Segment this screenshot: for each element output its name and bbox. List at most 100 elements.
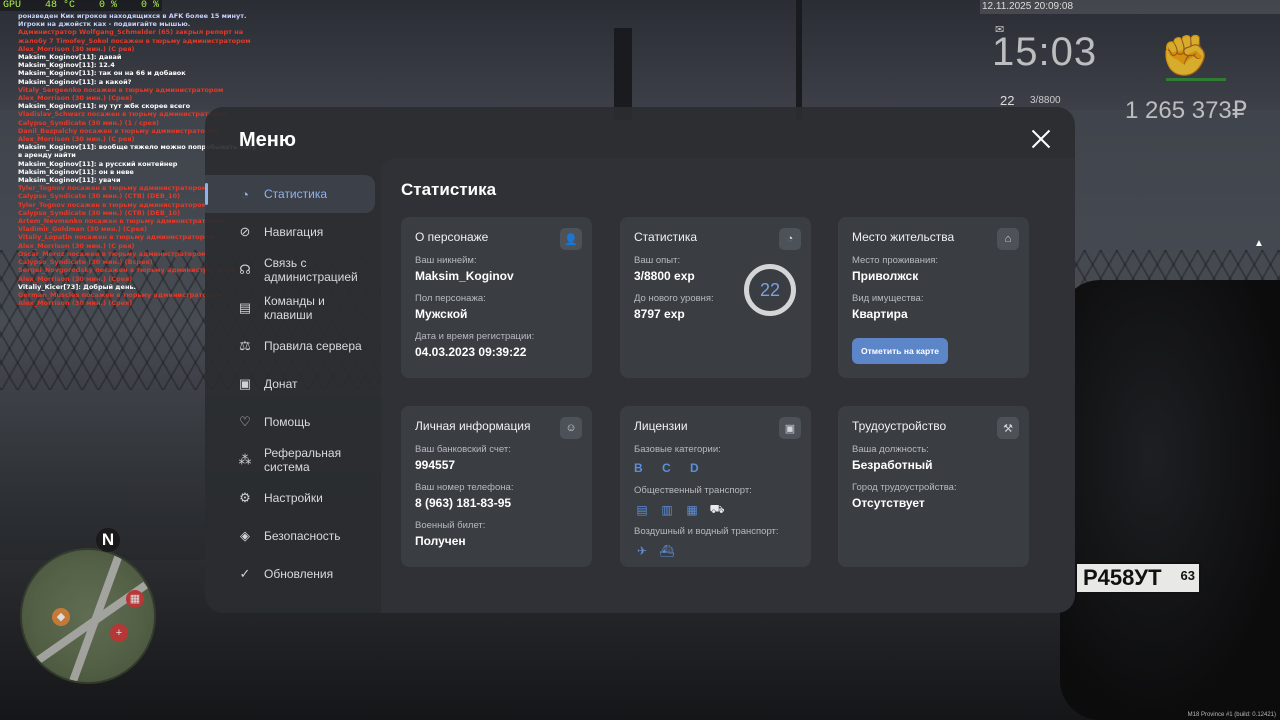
id-card-icon: ▣ [779, 417, 801, 439]
gender-label: Пол персонажа: [415, 293, 486, 304]
gender-value: Мужской [415, 307, 468, 321]
next-level-label: До нового уровня: [634, 293, 714, 304]
minimap: ◆ ▦ + [20, 548, 156, 684]
public-transport-label: Общественный транспорт: [634, 485, 752, 496]
fist-icon: ✊ [1160, 34, 1210, 78]
hud-date: 12.11.2025 20:09:08 [980, 0, 1280, 14]
position-value: Безработный [852, 458, 933, 472]
exp-value: 3/8800 exp [634, 269, 695, 283]
exp-field: Ваш опыт: 3/8800 exp [634, 255, 695, 283]
base-categories-label: Базовые категории: [634, 444, 721, 455]
nav-item[interactable]: ✓ Обновления [205, 555, 381, 593]
hud-exp: 3/8800 [1030, 95, 1061, 106]
public-transport-field: Общественный транспорт: ▤ ▥ ▦ ⛟ [634, 485, 752, 518]
card-title: Трудоустройство [852, 419, 947, 433]
hud-money: 1 265 373₽ [1125, 97, 1248, 124]
nav-item[interactable]: ⊘ Навигация [205, 213, 381, 251]
health-bar [1166, 78, 1226, 81]
work-city-label: Город трудоустройства: [852, 482, 957, 493]
phone-label: Ваш номер телефона: [415, 482, 514, 493]
mark-on-map-button[interactable]: Отметить на карте [852, 338, 948, 364]
nav-icon: ⁂ [238, 452, 252, 467]
place-label: Место проживания: [852, 255, 939, 266]
chat-line: Maksim_Koginov[11]: 12.4 [18, 61, 115, 70]
menu-modal: Меню ◔ Статистика ⊘ Навигация ☊ Связь с админ… [205, 107, 1075, 613]
next-level-field: До нового уровня: 8797 exp [634, 293, 714, 321]
bank-label: Ваш банковский счет: [415, 444, 511, 455]
gender-field: Пол персонажа: Мужской [415, 293, 486, 321]
phone-value: 8 (963) 181-83-95 [415, 496, 512, 510]
car [1060, 280, 1280, 720]
nav-item[interactable]: ⚙ Настройки [205, 479, 381, 517]
menu-nav: ◔ Статистика ⊘ Навигация ☊ Связь с администра… [205, 175, 381, 593]
nav-item[interactable]: ▣ Донат [205, 365, 381, 403]
reg-label: Дата и время регистрации: [415, 331, 535, 342]
nav-label: Донат [264, 377, 298, 391]
air-water-field: Воздушный и водный транспорт: ✈ ⛴ [634, 526, 779, 559]
gpu-overlay: GPU 48 °C 0 % 0 % [0, 0, 163, 11]
chat-line: Maksim_Koginov[11]: давай [18, 53, 122, 62]
nav-icon: ⊘ [239, 224, 251, 239]
nav-icon: ⚖ [239, 338, 251, 353]
card-employment: Трудоустройство ⚒ Ваша должность: Безраб… [838, 406, 1029, 567]
bank-field: Ваш банковский счет: 994557 [415, 444, 511, 472]
minimap-marker-icon: ◆ [52, 608, 70, 626]
air-water-label: Воздушный и водный транспорт: [634, 526, 779, 537]
nav-item[interactable]: ◔ Статистика [205, 175, 375, 213]
reg-value: 04.03.2023 09:39:22 [415, 345, 527, 359]
reg-field: Дата и время регистрации: 04.03.2023 09:… [415, 331, 534, 359]
nickname-label: Ваш никнейм: [415, 255, 477, 266]
nav-icon: ◔ [241, 186, 249, 202]
nav-item[interactable]: ☊ Связь с администрацией [205, 251, 381, 289]
nav-item[interactable]: ♡ Помощь [205, 403, 381, 441]
bus-icon: ▤ [636, 503, 648, 517]
nav-icon: ▤ [238, 300, 252, 315]
minimap-north: N [96, 528, 120, 552]
panel-title: Статистика [401, 180, 497, 199]
nav-item[interactable]: ◈ Безопасность [205, 517, 381, 555]
nav-icon: ⚙ [239, 490, 251, 505]
plate-number: Р458УТ [1083, 565, 1162, 590]
military-label: Военный билет: [415, 520, 486, 531]
work-city-field: Город трудоустройства: Отсутствует [852, 482, 957, 510]
property-field: Вид имущества: Квартира [852, 293, 923, 321]
nav-label: Навигация [264, 225, 324, 239]
nav-label: Настройки [264, 491, 323, 505]
plate-region: 63 [1180, 568, 1195, 583]
nav-item[interactable]: ▤ Команды и клавиши [205, 289, 381, 327]
exp-label: Ваш опыт: [634, 255, 681, 266]
nav-item[interactable]: ⚖ Правила сервера [205, 327, 381, 365]
place-value: Приволжск [852, 269, 919, 283]
chat-line: Maksim_Koginov[11]: так он на 66 и добав… [18, 69, 186, 78]
nav-icon: ♡ [239, 414, 251, 429]
minimap-bus-icon: ▦ [126, 590, 144, 608]
card-stats: Статистика ◔ Ваш опыт: 3/8800 exp До нов… [620, 217, 811, 378]
card-title: Статистика [634, 230, 698, 244]
taxi-icon: ⛟ [709, 502, 725, 516]
card-title: Лицензии [634, 419, 688, 433]
license-plate: Р458УТ 63 [1075, 562, 1201, 594]
position-label: Ваша должность: [852, 444, 929, 455]
military-field: Военный билет: Получен [415, 520, 485, 548]
nickname-value: Maksim_Koginov [415, 269, 514, 283]
boat-icon: ⛴ [659, 544, 675, 558]
plane-icon: ✈ [636, 544, 648, 558]
card-title: О персонаже [415, 230, 489, 244]
stats-panel: Статистика О персонаже 👤 Ваш никнейм: Ma… [381, 158, 1075, 613]
trolleybus-icon: ▦ [686, 503, 698, 517]
close-icon[interactable] [1029, 127, 1053, 151]
nav-icon: ✓ [239, 566, 251, 581]
nav-label: Обновления [264, 567, 334, 581]
air-water-icons: ✈ ⛴ [634, 543, 779, 559]
chat-line: ронзведен Кик игроков находящихся в AFK … [18, 12, 247, 29]
position-field: Ваша должность: Безработный [852, 444, 932, 472]
mouse-cursor: ▲ [1254, 238, 1264, 249]
military-value: Получен [415, 534, 466, 548]
nav-label: Команды и клавиши [264, 294, 325, 322]
hud-time: 15:03 [992, 30, 1098, 74]
lamp-post [796, 0, 802, 120]
nav-label: Правила сервера [264, 339, 362, 353]
minimap-hospital-icon: + [110, 624, 128, 642]
nav-item[interactable]: ⁂ Реферальная система [205, 441, 381, 479]
chat-line: Администратор Wolfgang_Schmelder (65) за… [18, 28, 251, 53]
